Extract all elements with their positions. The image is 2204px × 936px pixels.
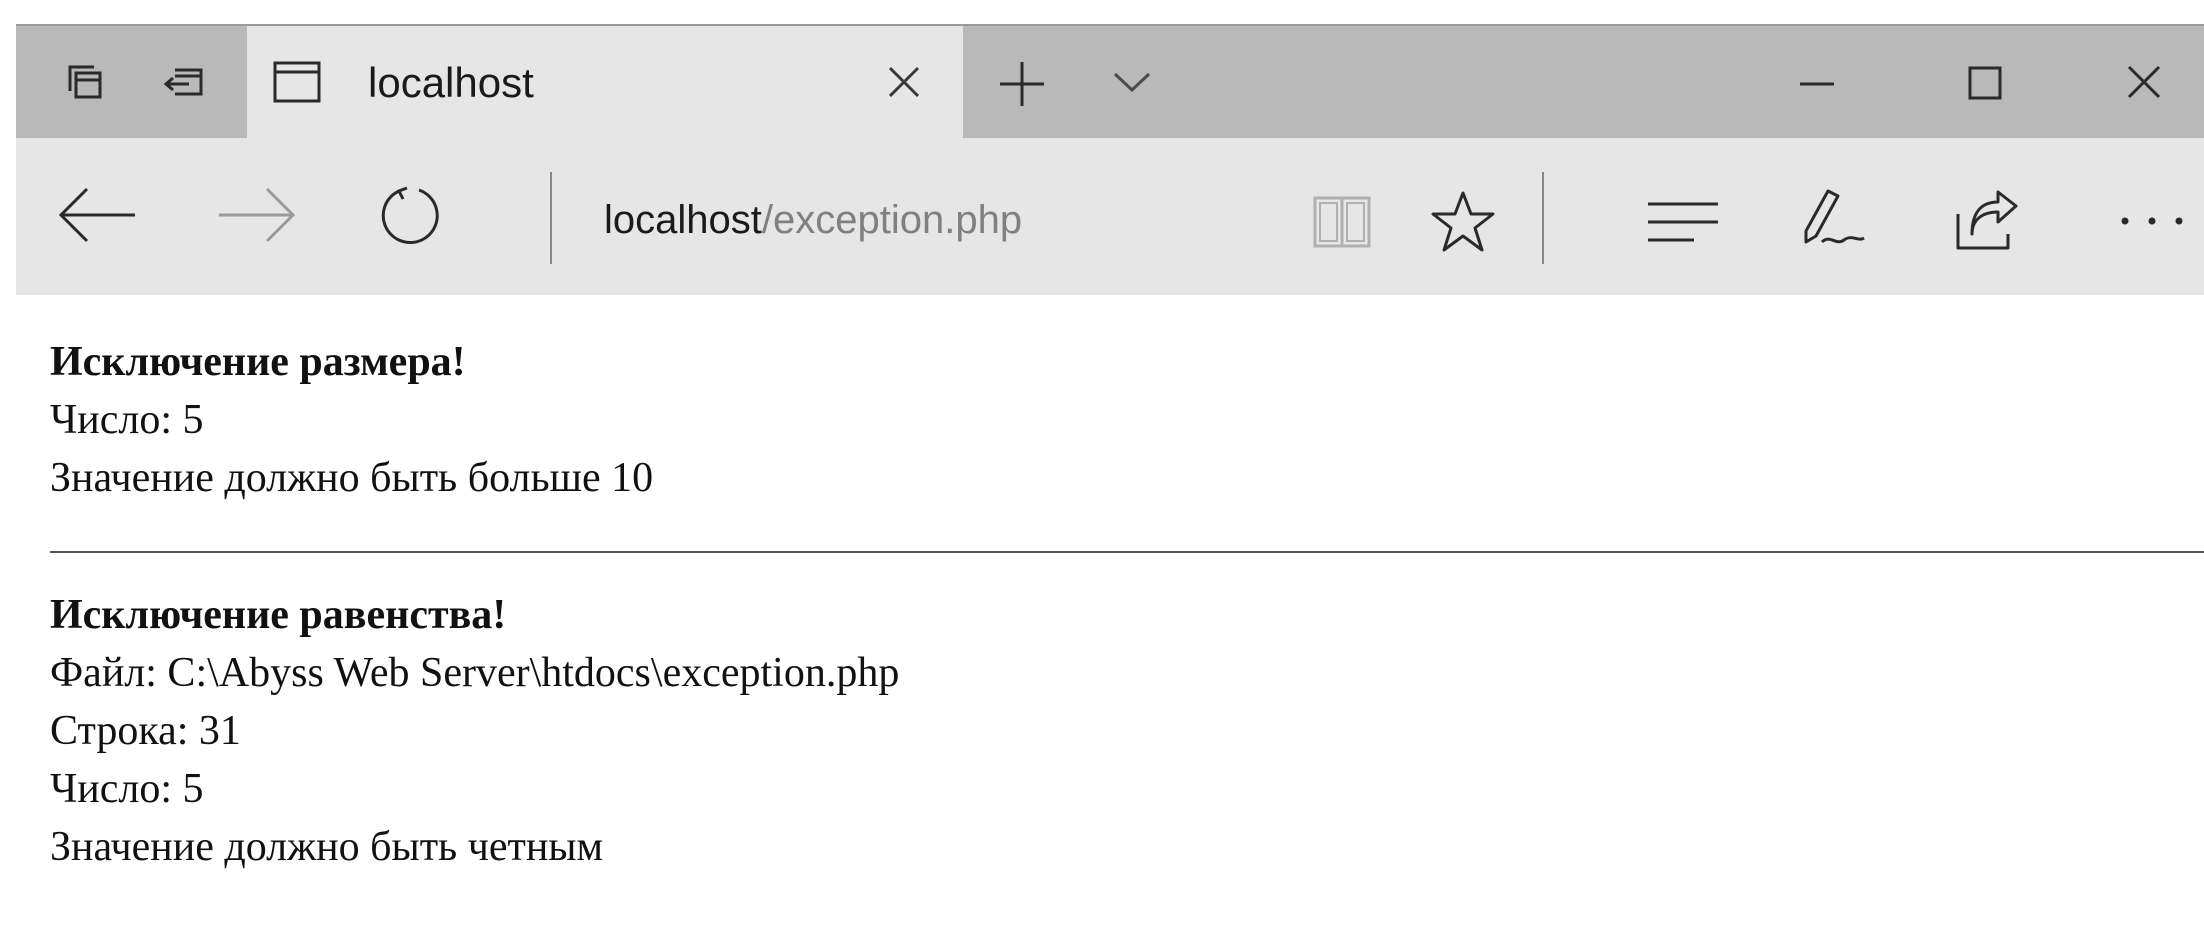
plus-icon[interactable] — [998, 60, 1046, 108]
close-window-icon[interactable] — [2126, 64, 2162, 100]
exception-block-equality: Исключение равенства! Файл: C:\Abyss Web… — [50, 586, 899, 876]
block2-line-number: Строка: 31 — [50, 708, 241, 754]
block2-heading: Исключение равенства! — [50, 592, 507, 638]
tab-title: localhost — [368, 59, 534, 106]
forward-arrow-icon[interactable] — [212, 170, 302, 260]
url-path: /exception.php — [761, 198, 1023, 242]
set-aside-tabs-icon[interactable] — [148, 26, 218, 138]
minimize-icon[interactable] — [1800, 81, 1834, 87]
back-arrow-icon[interactable] — [52, 170, 142, 260]
active-tab[interactable] — [247, 26, 963, 138]
block1-heading: Исключение размера! — [50, 339, 466, 385]
address-separator — [550, 172, 552, 264]
address-field[interactable]: localhost/exception.php — [604, 195, 1022, 245]
block2-file-line: Файл: C:\Abyss Web Server\htdocs\excepti… — [50, 650, 900, 696]
hub-icon[interactable] — [1648, 200, 1718, 244]
pen-icon[interactable] — [1800, 188, 1866, 254]
toolbar-separator — [1542, 172, 1544, 264]
refresh-icon[interactable] — [366, 170, 456, 260]
star-icon[interactable] — [1430, 190, 1496, 254]
horizontal-rule — [50, 551, 2204, 553]
chevron-down-icon[interactable] — [1112, 70, 1152, 94]
url-host: localhost — [604, 198, 762, 242]
tab-preview-icon[interactable] — [50, 26, 120, 138]
block2-number-line: Число: 5 — [50, 766, 204, 812]
block1-number-line: Число: 5 — [50, 397, 204, 443]
page-icon — [272, 60, 322, 104]
more-icon[interactable] — [2120, 216, 2184, 226]
share-icon[interactable] — [1954, 190, 2018, 252]
maximize-icon[interactable] — [1968, 66, 2002, 100]
block2-message-line: Значение должно быть четным — [50, 824, 604, 870]
block1-message-line: Значение должно быть больше 10 — [50, 455, 654, 501]
address-toolbar — [16, 138, 2204, 295]
book-icon[interactable] — [1312, 195, 1372, 249]
close-icon[interactable] — [886, 64, 922, 100]
exception-block-size: Исключение размера! Число: 5 Значение до… — [50, 333, 653, 507]
